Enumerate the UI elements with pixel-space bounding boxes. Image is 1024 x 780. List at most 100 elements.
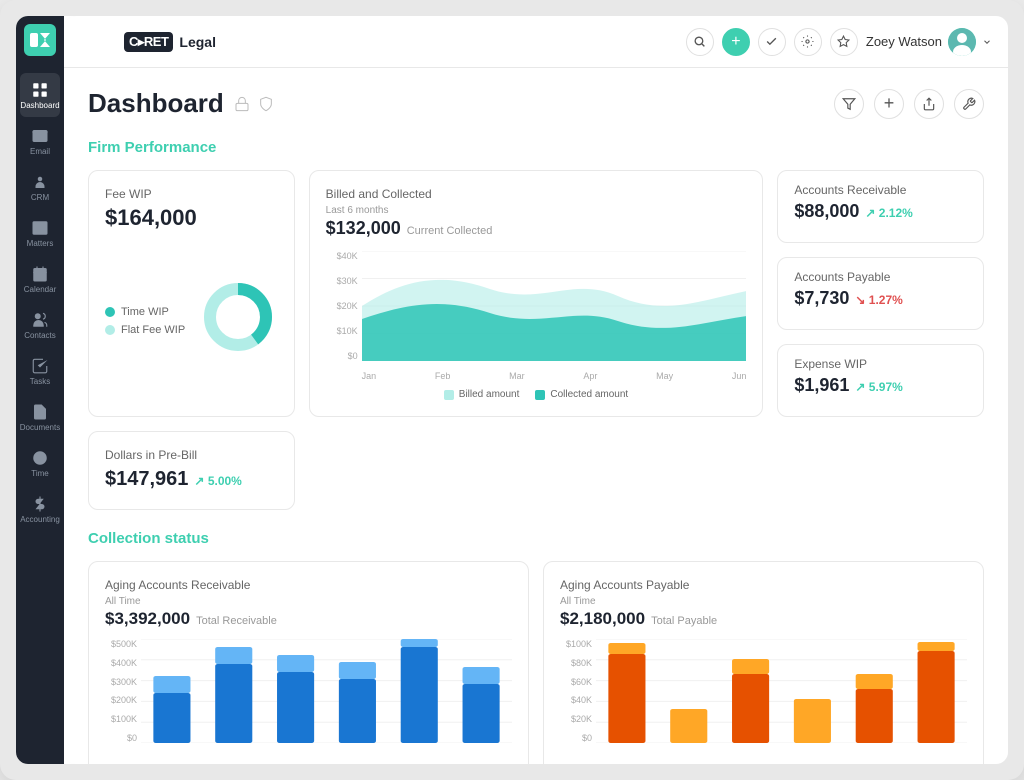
dashboard-actions: + xyxy=(834,89,984,119)
sidebar-item-accounting[interactable]: Accounting xyxy=(20,487,60,531)
sidebar-item-documents[interactable]: Documents xyxy=(20,395,60,439)
chart-legend: Billed amount Collected amount xyxy=(326,389,747,400)
aging-receivable-card: Aging Accounts Receivable All Time $3,39… xyxy=(88,561,529,764)
collected-legend-label: Collected amount xyxy=(550,389,628,400)
fee-wip-title: Fee WIP xyxy=(105,187,278,201)
topbar: C▸RET Legal + xyxy=(64,16,1008,68)
current-collected-value: $132,000 xyxy=(326,218,401,239)
aging-ar-value: $3,392,000 xyxy=(105,609,190,629)
sidebar: Dashboard Email CRM Matters Calendar Con xyxy=(16,16,64,764)
sidebar-item-calendar-label: Calendar xyxy=(24,285,56,294)
ap-change: ↘ 1.27% xyxy=(855,293,902,307)
share-button[interactable] xyxy=(914,89,944,119)
ap-title: Accounts Payable xyxy=(794,270,967,284)
firm-performance-title: Firm Performance xyxy=(88,139,984,156)
sidebar-item-contacts[interactable]: Contacts xyxy=(20,303,60,347)
ew-title: Expense WIP xyxy=(794,357,967,371)
sidebar-item-email-label: Email xyxy=(30,147,50,156)
collection-status-cards: Aging Accounts Receivable All Time $3,39… xyxy=(88,561,984,764)
fee-wip-content: Time WIP Flat Fee WIP xyxy=(105,233,278,400)
sidebar-item-matters-label: Matters xyxy=(27,239,54,248)
aging-payable-card: Aging Accounts Payable All Time $2,180,0… xyxy=(543,561,984,764)
ap-value: $7,730 xyxy=(794,288,849,309)
fee-wip-legend: Time WIP Flat Fee WIP xyxy=(105,306,185,336)
aging-ar-title: Aging Accounts Receivable xyxy=(105,578,512,592)
time-wip-label: Time WIP xyxy=(121,306,169,318)
sidebar-item-dashboard-label: Dashboard xyxy=(20,101,59,110)
pb-value: $147,961 xyxy=(105,468,188,491)
filter-button[interactable] xyxy=(834,89,864,119)
flat-fee-label: Flat Fee WIP xyxy=(121,324,185,336)
area-chart: $40K $30K $20K $10K $0 xyxy=(326,251,747,381)
current-collected-label: Current Collected xyxy=(407,225,493,237)
accounts-payable-card: Accounts Payable $7,730 ↘ 1.27% xyxy=(777,257,984,330)
dashboard-title-icons xyxy=(234,96,274,112)
user-avatar xyxy=(948,28,976,56)
sidebar-item-crm[interactable]: CRM xyxy=(20,165,60,209)
dashboard-header: Dashboard + xyxy=(88,88,984,119)
page-title: Dashboard xyxy=(88,88,224,119)
expense-wip-card: Expense WIP $1,961 ↗ 5.97% xyxy=(777,344,984,417)
ew-change: ↗ 5.97% xyxy=(855,380,902,394)
topbar-actions: + Zoey Watson xyxy=(686,28,992,56)
user-menu[interactable]: Zoey Watson xyxy=(866,28,992,56)
sidebar-item-email[interactable]: Email xyxy=(20,119,60,163)
dashboard-title-row: Dashboard xyxy=(88,88,274,119)
sidebar-item-contacts-label: Contacts xyxy=(24,331,56,340)
time-wip-dot xyxy=(105,307,115,317)
user-name: Zoey Watson xyxy=(866,34,942,49)
legend-item-flat-fee: Flat Fee WIP xyxy=(105,324,185,336)
fee-wip-value: $164,000 xyxy=(105,205,278,231)
fee-wip-card: Fee WIP $164,000 Time WIP Flat Fee xyxy=(88,170,295,417)
aging-ap-chart: $100K $80K $60K $40K $20K $0 xyxy=(560,639,967,759)
lock-icon xyxy=(234,96,250,112)
sidebar-item-time-label: Time xyxy=(31,469,48,478)
star-button[interactable] xyxy=(830,28,858,56)
pre-bill-row: Dollars in Pre-Bill $147,961 ↗ 5.00% xyxy=(88,431,984,510)
sidebar-item-tasks-label: Tasks xyxy=(30,377,50,386)
aging-ap-subtitle: All Time xyxy=(560,596,967,607)
sidebar-item-tasks[interactable]: Tasks xyxy=(20,349,60,393)
sidebar-item-documents-label: Documents xyxy=(20,423,60,432)
legend-collected: Collected amount xyxy=(535,389,628,400)
right-cards: Accounts Receivable $88,000 ↗ 2.12% Acco… xyxy=(777,170,984,417)
billed-legend-label: Billed amount xyxy=(459,389,520,400)
sidebar-item-crm-label: CRM xyxy=(31,193,49,202)
sidebar-item-calendar[interactable]: Calendar xyxy=(20,257,60,301)
topbar-logo: C▸RET Legal xyxy=(124,32,216,52)
chevron-down-icon xyxy=(982,37,992,47)
settings-button[interactable] xyxy=(794,28,822,56)
billed-collected-card: Billed and Collected Last 6 months $132,… xyxy=(309,170,764,417)
pre-bill-card: Dollars in Pre-Bill $147,961 ↗ 5.00% xyxy=(88,431,295,510)
pb-title: Dollars in Pre-Bill xyxy=(105,448,278,462)
sidebar-item-dashboard[interactable]: Dashboard xyxy=(20,73,60,117)
ar-title: Accounts Receivable xyxy=(794,183,967,197)
add-button[interactable]: + xyxy=(722,28,750,56)
aging-ap-value: $2,180,000 xyxy=(560,609,645,629)
main-wrapper: C▸RET Legal + xyxy=(64,16,1008,764)
ar-value: $88,000 xyxy=(794,201,859,222)
aging-ar-subtitle: All Time xyxy=(105,596,512,607)
wrench-button[interactable] xyxy=(954,89,984,119)
ew-value: $1,961 xyxy=(794,375,849,396)
aging-ap-label: Total Payable xyxy=(651,615,717,627)
sidebar-item-accounting-label: Accounting xyxy=(20,515,60,524)
add-widget-button[interactable]: + xyxy=(874,89,904,119)
firm-performance-cards: Fee WIP $164,000 Time WIP Flat Fee xyxy=(88,170,984,417)
donut-chart xyxy=(198,277,278,357)
aging-ar-chart: $500K $400K $300K $200K $100K $0 xyxy=(105,639,512,759)
billed-legend-dot xyxy=(444,390,454,400)
aging-ap-title: Aging Accounts Payable xyxy=(560,578,967,592)
ar-change: ↗ 2.12% xyxy=(865,206,912,220)
pb-change: ↗ 5.00% xyxy=(194,474,241,488)
app-logo[interactable] xyxy=(24,24,56,56)
sidebar-item-time[interactable]: Time xyxy=(20,441,60,485)
billed-collected-subtitle: Last 6 months xyxy=(326,205,747,216)
search-button[interactable] xyxy=(686,28,714,56)
check-button[interactable] xyxy=(758,28,786,56)
collection-status-title: Collection status xyxy=(88,530,984,547)
legend-billed: Billed amount xyxy=(444,389,520,400)
sidebar-item-matters[interactable]: Matters xyxy=(20,211,60,255)
accounts-receivable-card: Accounts Receivable $88,000 ↗ 2.12% xyxy=(777,170,984,243)
legend-item-time-wip: Time WIP xyxy=(105,306,185,318)
